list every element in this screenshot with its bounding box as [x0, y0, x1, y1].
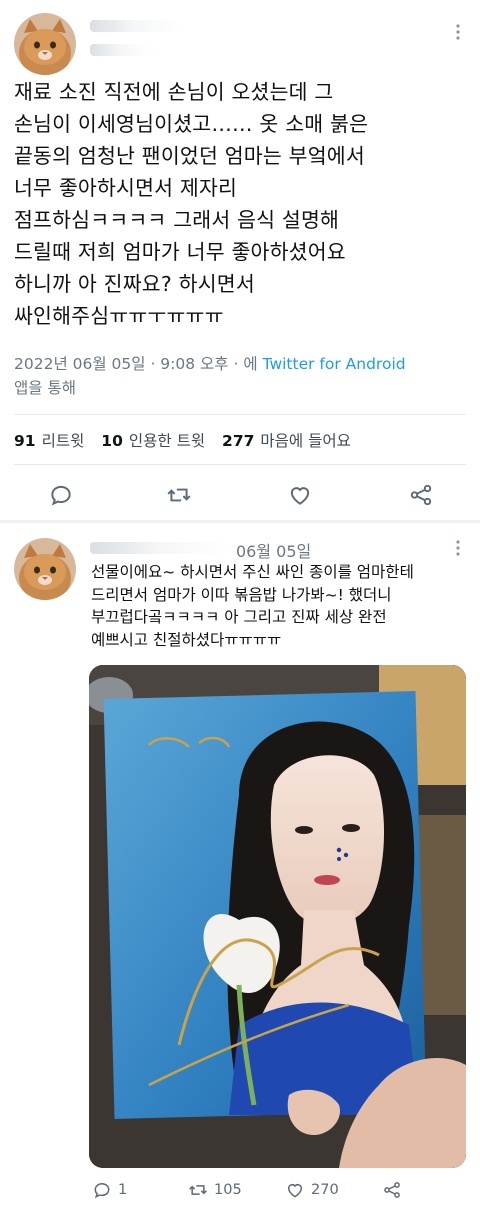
like-icon[interactable]	[287, 482, 313, 508]
reply-text: 선물이에요~ 하시면서 주신 싸인 종이를 엄마한테 드리면서 엄마가 이따 볶…	[91, 561, 471, 651]
reply-text-line: 부끄럽다곸ㅋㅋㅋㅋ 아 그리고 진짜 세상 완전	[91, 608, 387, 626]
tweet-text-line: 점프하심ㅋㅋㅋㅋ 그래서 음식 설명해	[14, 208, 340, 232]
tweet-meta: 2022년 06월 05일 · 9:08 오후 · 에 Twitter for …	[14, 352, 469, 400]
quotes-label: 인용한 트윗	[128, 432, 206, 450]
reply-icon	[94, 1182, 110, 1199]
reply-text-line: 선물이에요~ 하시면서 주신 싸인 종이를 엄마한테	[91, 563, 414, 581]
divider	[14, 464, 466, 465]
tweet-text-line: 싸인해주심ㅠㅠㅜㅠㅠㅠ	[14, 304, 224, 328]
more-options-icon[interactable]	[448, 22, 468, 42]
reply-text-line: 예쁘시고 친절하셨다ㅠㅠㅠㅠ	[91, 630, 282, 649]
share-icon	[384, 1182, 400, 1198]
redacted-handle[interactable]	[90, 44, 150, 56]
retweets-stat[interactable]: 91 리트윗	[14, 432, 84, 450]
reply-date[interactable]: 06월 05일	[236, 538, 311, 562]
divider	[14, 414, 466, 415]
reply-reply-action[interactable]: 1	[92, 1180, 127, 1202]
like-icon	[288, 1184, 302, 1198]
tweet-text-line: 재료 소진 직전에 손님이 오셨는데 그	[14, 80, 334, 104]
tweet-timestamp[interactable]: 2022년 06월 05일 · 9:08 오후 · 에	[14, 355, 258, 373]
tweet-stats: 91 리트윗 10 인용한 트윗 277 마음에 들어요	[14, 429, 363, 451]
quotes-count: 10	[101, 432, 123, 450]
likes-count: 277	[222, 432, 255, 450]
reply-user-avatar[interactable]	[14, 538, 76, 600]
retweets-count: 91	[14, 432, 36, 450]
reply-text-line: 드리면서 엄마가 이따 볶음밥 나가봐~! 했더니	[91, 585, 392, 604]
retweet-count: 105	[214, 1182, 242, 1198]
tweet-text: 재료 소진 직전에 손님이 오셨는데 그 손님이 이세영님이셨고…… 옷 소매 …	[14, 76, 469, 332]
user-avatar[interactable]	[14, 13, 76, 75]
share-icon[interactable]	[408, 482, 434, 508]
retweets-label: 리트윗	[41, 432, 85, 450]
reply-share-action[interactable]	[382, 1180, 402, 1202]
reply-photo[interactable]	[89, 665, 466, 1168]
tweet-text-line: 끝동의 엄청난 팬이었던 엄마는 부엌에서	[14, 144, 365, 168]
tweet-text-line: 손님이 이세영님이셨고…… 옷 소매 붉은	[14, 112, 369, 136]
retweet-icon[interactable]	[166, 482, 192, 508]
main-tweet: 재료 소진 직전에 손님이 오셨는데 그 손님이 이세영님이셨고…… 옷 소매 …	[0, 0, 480, 522]
quotes-stat[interactable]: 10 인용한 트윗	[101, 432, 205, 450]
reply-retweet-action[interactable]: 105	[188, 1180, 242, 1202]
redacted-reply-username[interactable]	[90, 542, 230, 554]
reply-count: 1	[118, 1182, 128, 1198]
reply-like-action[interactable]: 270	[285, 1180, 339, 1202]
tweet-text-line: 너무 좋아하시면서 제자리	[14, 176, 238, 200]
reply-more-options-icon[interactable]	[448, 538, 468, 558]
like-count: 270	[311, 1182, 339, 1198]
tweet-separator	[0, 520, 480, 523]
redacted-username[interactable]	[90, 20, 180, 32]
likes-stat[interactable]: 277 마음에 들어요	[222, 432, 351, 450]
tweet-source-link[interactable]: Twitter for Android	[263, 355, 406, 373]
tweet-text-line: 드릴때 저희 엄마가 너무 좋아하셨어요	[14, 240, 346, 264]
tweet-source-suffix: 앱을 통해	[14, 379, 76, 397]
retweet-icon	[189, 1185, 207, 1195]
tweet-text-line: 하니까 아 진짜요? 하시면서	[14, 272, 255, 296]
likes-label: 마음에 들어요	[260, 432, 351, 450]
reply-icon[interactable]	[48, 482, 74, 508]
